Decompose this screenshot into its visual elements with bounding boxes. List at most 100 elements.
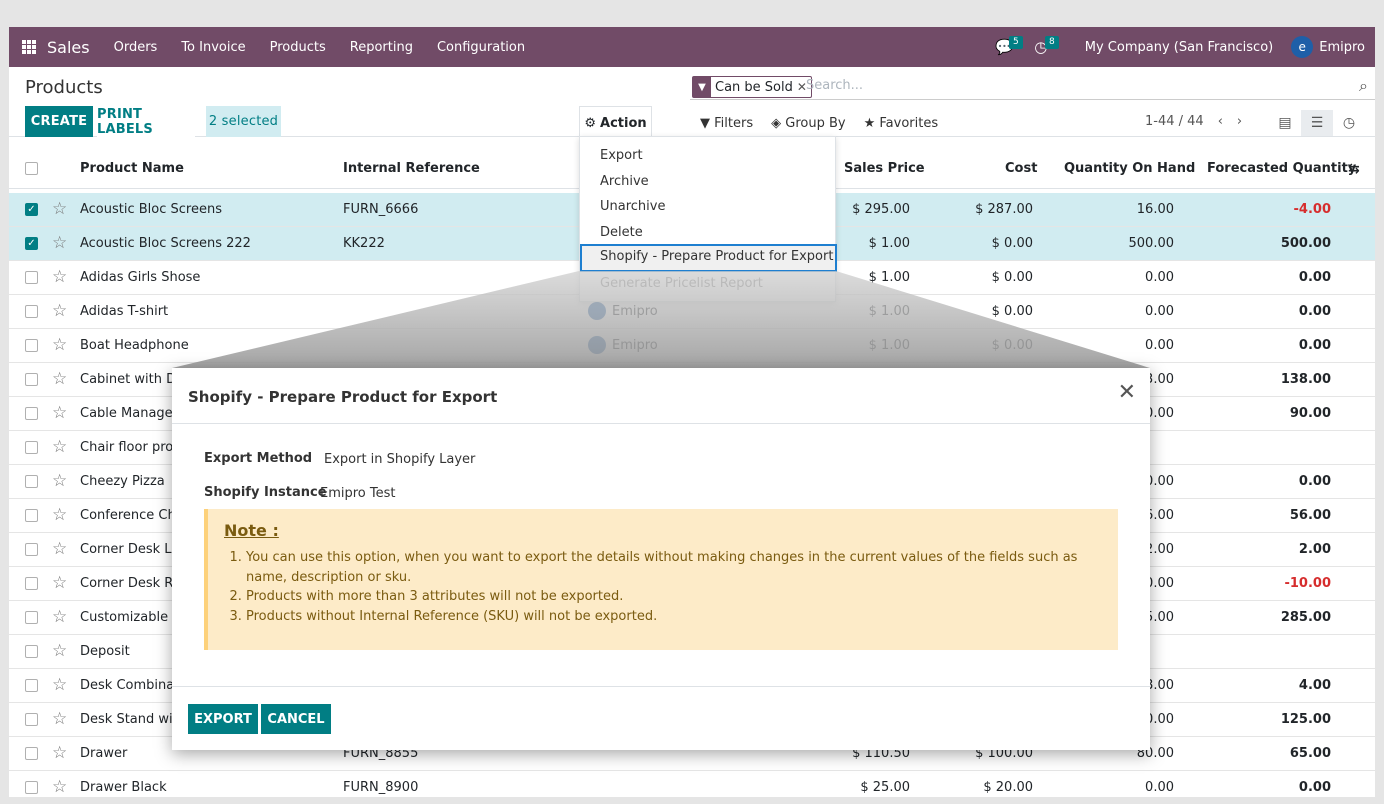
forecasted-quantity-cell: 500.00	[1280, 236, 1331, 251]
filters-label: Filters	[714, 116, 754, 131]
favorite-star-icon[interactable]: ☆	[52, 369, 67, 389]
forecasted-quantity-cell: 0.00	[1298, 338, 1331, 353]
forecasted-quantity-cell: 285.00	[1280, 610, 1331, 625]
favorite-star-icon[interactable]: ☆	[52, 437, 67, 457]
row-checkbox[interactable]	[25, 645, 38, 658]
create-button[interactable]: CREATE	[25, 106, 93, 137]
col-product-name[interactable]: Product Name	[80, 161, 184, 176]
product-name-cell: Cheezy Pizza	[80, 474, 165, 489]
favorite-star-icon[interactable]: ☆	[52, 505, 67, 525]
col-cost[interactable]: Cost	[1005, 161, 1037, 176]
favorite-star-icon[interactable]: ☆	[52, 607, 67, 627]
product-name-cell: Deposit	[80, 644, 130, 659]
activity-view-icon[interactable]: ◷	[1333, 110, 1365, 136]
col-internal-reference[interactable]: Internal Reference	[343, 161, 480, 176]
row-checkbox[interactable]: ✓	[25, 237, 38, 250]
favorite-star-icon[interactable]: ☆	[52, 539, 67, 559]
search-icon[interactable]: ⌕	[1359, 76, 1368, 96]
product-name-cell: Corner Desk Rig	[80, 576, 186, 591]
row-checkbox[interactable]	[25, 305, 38, 318]
kanban-view-icon[interactable]: ▤	[1269, 110, 1301, 136]
app-name[interactable]: Sales	[47, 38, 90, 57]
row-checkbox[interactable]	[25, 781, 38, 794]
company-switcher[interactable]: My Company (San Francisco)	[1085, 40, 1273, 55]
export-button[interactable]: EXPORT	[188, 704, 258, 734]
favorite-star-icon[interactable]: ☆	[52, 709, 67, 729]
menu-reporting[interactable]: Reporting	[350, 40, 413, 55]
search-options: ▼ Filters ◈ Group By ★ Favorites	[700, 116, 938, 131]
row-checkbox[interactable]	[25, 577, 38, 590]
list-view-icon[interactable]: ☰	[1301, 110, 1333, 136]
favorite-star-icon[interactable]: ☆	[52, 471, 67, 491]
row-checkbox[interactable]	[25, 407, 38, 420]
table-row[interactable]: ☆ Boat Headphone Emipro $ 1.00 $ 0.00 0.00 0.0…	[9, 329, 1375, 363]
action-unarchive[interactable]: Unarchive	[580, 194, 837, 220]
row-checkbox[interactable]	[25, 713, 38, 726]
menu-orders[interactable]: Orders	[114, 40, 158, 55]
action-delete[interactable]: Delete	[580, 220, 837, 246]
user-menu[interactable]: e Emipro	[1291, 36, 1365, 58]
favorite-star-icon[interactable]: ☆	[52, 675, 67, 695]
favorite-star-icon[interactable]: ☆	[52, 641, 67, 661]
search-input[interactable]: Search...	[806, 78, 863, 93]
product-name-cell: Customizable D	[80, 610, 183, 625]
col-forecasted-quantity[interactable]: Forecasted Quantity	[1207, 161, 1356, 176]
favorite-star-icon[interactable]: ☆	[52, 743, 67, 763]
action-dropdown-toggle[interactable]: ⚙ Action	[579, 106, 652, 139]
row-checkbox[interactable]	[25, 747, 38, 760]
product-name-cell: Drawer Black	[80, 780, 167, 795]
action-export[interactable]: Export	[580, 143, 837, 169]
product-name-cell: Desk Stand with	[80, 712, 186, 727]
row-checkbox[interactable]	[25, 271, 38, 284]
export-method-field[interactable]: Export in Shopify Layer	[324, 452, 475, 467]
favorites-button[interactable]: ★ Favorites	[864, 116, 939, 131]
favorite-star-icon[interactable]: ☆	[52, 573, 67, 593]
action-archive[interactable]: Archive	[580, 169, 837, 195]
menu-to-invoice[interactable]: To Invoice	[181, 40, 245, 55]
action-shopify-prepare-export[interactable]: Shopify - Prepare Product for Export	[580, 244, 837, 272]
shopify-instance-field[interactable]: Emipro Test	[320, 486, 396, 501]
row-checkbox[interactable]	[25, 475, 38, 488]
dialog-title: Shopify - Prepare Product for Export	[188, 388, 498, 406]
print-labels-button[interactable]: PRINT LABELS	[97, 106, 195, 137]
row-checkbox[interactable]	[25, 543, 38, 556]
pager-prev-icon[interactable]: ‹	[1218, 114, 1223, 129]
menu-configuration[interactable]: Configuration	[437, 40, 525, 55]
favorite-star-icon[interactable]: ☆	[52, 267, 67, 287]
filters-button[interactable]: ▼ Filters	[700, 116, 753, 131]
note-item: Products with more than 3 attributes wil…	[246, 587, 1102, 607]
pager-next-icon[interactable]: ›	[1237, 114, 1242, 129]
apps-grid-icon[interactable]	[22, 40, 36, 54]
pager-value[interactable]: 1-44 / 44	[1145, 114, 1204, 129]
favorite-star-icon[interactable]: ☆	[52, 403, 67, 423]
internal-reference-cell: FURN_6666	[343, 202, 419, 217]
favorite-star-icon[interactable]: ☆	[52, 777, 67, 797]
messages-icon[interactable]: 💬 5	[987, 27, 1023, 67]
note-item: Products without Internal Reference (SKU…	[246, 607, 1102, 627]
menu-products[interactable]: Products	[270, 40, 326, 55]
group-by-button[interactable]: ◈ Group By	[771, 116, 845, 131]
row-checkbox[interactable]	[25, 509, 38, 522]
product-name-cell: Acoustic Bloc Screens	[80, 202, 222, 217]
favorite-star-icon[interactable]: ☆	[52, 301, 67, 321]
row-checkbox[interactable]	[25, 339, 38, 352]
cancel-button[interactable]: CANCEL	[261, 704, 331, 734]
row-checkbox[interactable]	[25, 373, 38, 386]
product-name-cell: Drawer	[80, 746, 128, 761]
favorite-star-icon[interactable]: ☆	[52, 335, 67, 355]
column-settings-icon[interactable]: ⇆	[1348, 161, 1360, 177]
row-checkbox[interactable]	[25, 679, 38, 692]
row-checkbox[interactable]	[25, 611, 38, 624]
favorite-star-icon[interactable]: ☆	[52, 199, 67, 219]
favorite-star-icon[interactable]: ☆	[52, 233, 67, 253]
activity-clock-icon[interactable]: ◷ 8	[1023, 27, 1059, 67]
close-icon[interactable]: ✕	[1118, 382, 1136, 404]
col-sales-price[interactable]: Sales Price	[844, 161, 925, 176]
row-checkbox[interactable]	[25, 441, 38, 454]
col-quantity-on-hand[interactable]: Quantity On Hand	[1064, 161, 1195, 176]
row-checkbox[interactable]: ✓	[25, 203, 38, 216]
note-title: Note :	[224, 521, 279, 540]
action-generate-pricelist[interactable]: Generate Pricelist Report	[580, 271, 837, 297]
table-row[interactable]: ☆ Drawer Black FURN_8900 $ 25.00 $ 20.00 0.00…	[9, 771, 1375, 797]
select-all-checkbox[interactable]	[25, 162, 38, 175]
